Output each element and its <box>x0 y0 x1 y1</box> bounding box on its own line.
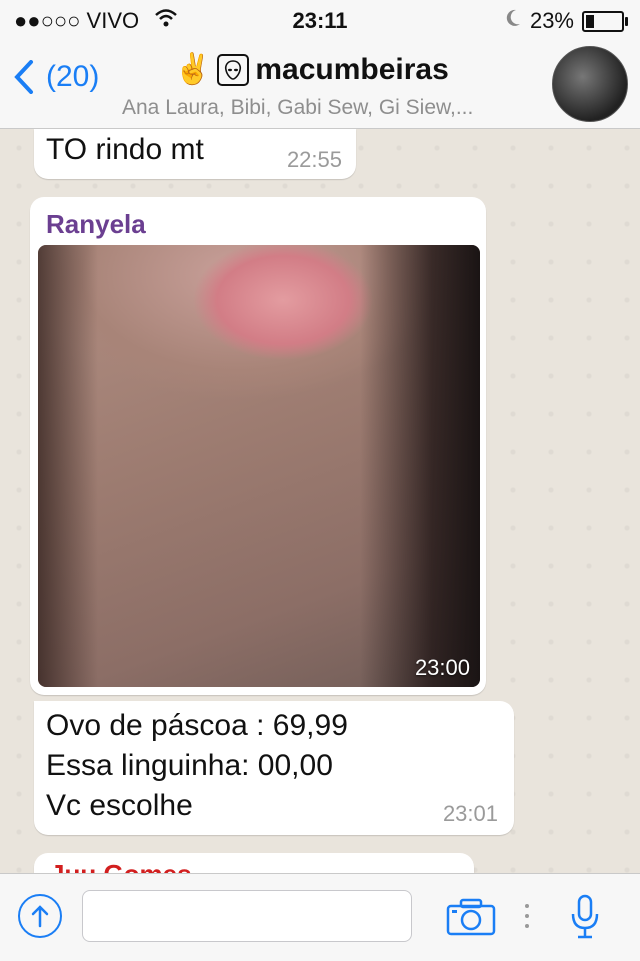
camera-icon <box>446 898 496 936</box>
sender-name: Juu Gomes <box>50 859 192 873</box>
group-members[interactable]: Ana Laura, Bibi, Gabi Sew, Gi Siew,... <box>122 96 473 120</box>
alien-icon <box>217 53 250 86</box>
message-time: 23:01 <box>442 801 498 826</box>
group-title[interactable]: ✌ macumbeiras <box>174 52 449 87</box>
moon-icon <box>504 8 522 34</box>
input-bar <box>0 873 640 961</box>
message-line: Essa linguinha: 00,00 <box>46 749 333 782</box>
message-time: 22:55 <box>286 147 342 172</box>
group-avatar[interactable] <box>552 46 628 122</box>
message-bubble[interactable]: Juu Gomes <box>34 853 474 873</box>
microphone-button[interactable] <box>570 894 600 945</box>
message-line: Vc escolhe <box>46 789 193 822</box>
chevron-left-icon <box>14 60 33 94</box>
arrow-up-icon <box>31 905 49 928</box>
image-message[interactable]: Ranyela 23:00 <box>30 197 486 695</box>
message-bubble[interactable]: TO rindo mt 22:55 <box>34 129 356 179</box>
chat-header: (20) ✌ macumbeiras Ana Laura, Bibi, Gabi… <box>0 40 640 129</box>
separator-dots <box>524 904 530 934</box>
sender-name: Ranyela <box>46 209 146 239</box>
message-input[interactable] <box>82 890 412 942</box>
message-list[interactable]: TO rindo mt 22:55 Ranyela 23:00 Ovo de p… <box>0 129 640 873</box>
share-button[interactable] <box>18 894 62 938</box>
message-text: TO rindo mt <box>46 133 204 166</box>
shared-photo[interactable]: 23:00 <box>38 245 480 687</box>
back-button[interactable]: (20) <box>14 60 99 94</box>
battery-percent: 23% <box>529 8 574 33</box>
unread-count: (20) <box>46 60 100 93</box>
status-bar: ●●○○○ VIVO 23:11 23% <box>0 0 640 40</box>
message-line: Ovo de páscoa : 69,99 <box>46 709 348 742</box>
group-name: macumbeiras <box>255 52 449 86</box>
microphone-icon <box>571 894 599 939</box>
camera-button[interactable] <box>446 898 496 941</box>
battery-icon <box>582 10 628 32</box>
victory-emoji: ✌ <box>174 53 212 86</box>
message-bubble[interactable]: Ovo de páscoa : 69,99 Essa linguinha: 00… <box>34 701 514 835</box>
message-time: 23:00 <box>414 655 470 680</box>
